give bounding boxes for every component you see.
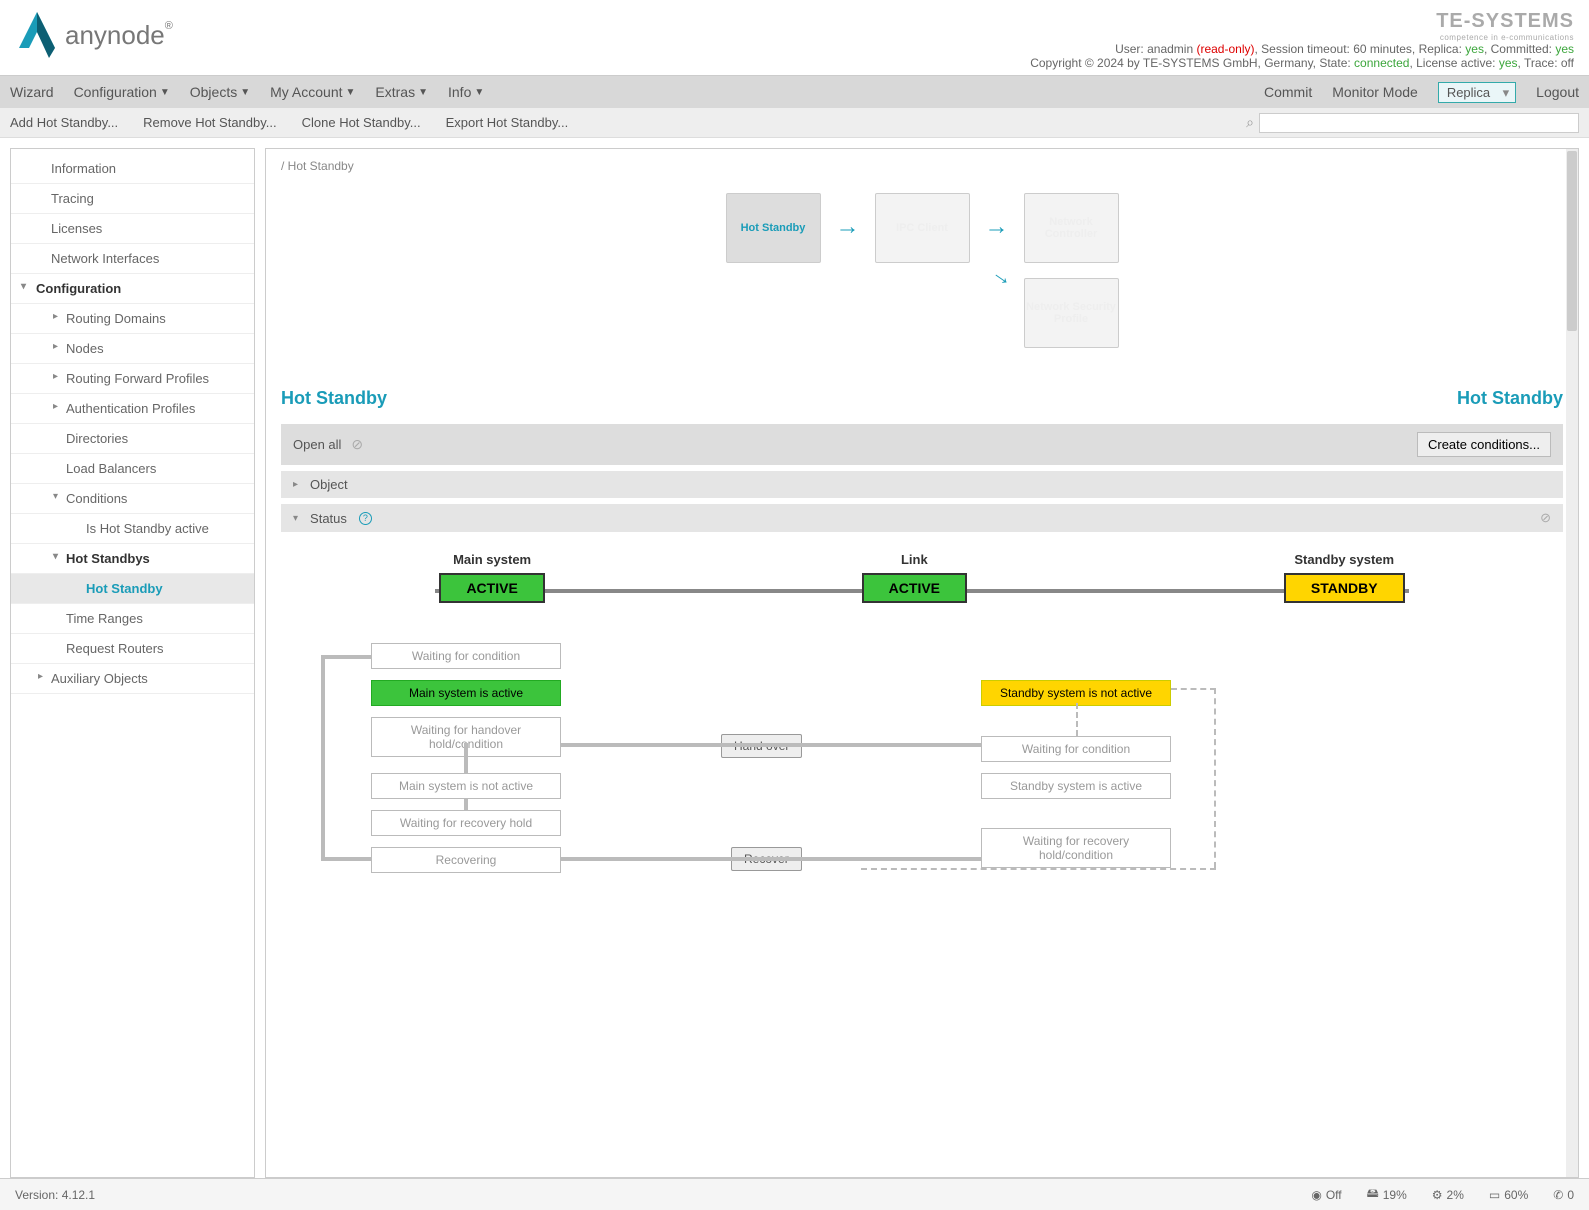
page-title-right: Hot Standby: [1457, 388, 1563, 409]
chevron-down-icon: ▾: [293, 513, 298, 524]
sidebar-item-directories[interactable]: Directories: [11, 424, 254, 454]
flow-box-ipc-client[interactable]: IPC Client: [875, 193, 970, 263]
calls-indicator: ✆0: [1553, 1188, 1574, 1202]
standby-system-status: STANDBY: [1284, 573, 1405, 603]
copyright-line: Copyright © 2024 by TE-SYSTEMS GmbH, Ger…: [1030, 56, 1574, 70]
export-hot-standby-button[interactable]: Export Hot Standby...: [446, 115, 569, 130]
section-object[interactable]: ▸ Object: [281, 471, 1563, 498]
sidebar-item-licenses[interactable]: Licenses: [11, 214, 254, 244]
sidebar-item-hot-standbys[interactable]: Hot Standbys: [11, 544, 254, 574]
menu-objects[interactable]: Objects▼: [190, 84, 250, 100]
flow-box-hot-standby[interactable]: Hot Standby: [726, 193, 821, 263]
sidebar-item-conditions[interactable]: Conditions: [11, 484, 254, 514]
chevron-right-icon: ▸: [293, 479, 298, 490]
menu-account[interactable]: My Account▼: [270, 84, 355, 100]
link-label: Link: [862, 552, 967, 567]
menu-info[interactable]: Info▼: [448, 84, 484, 100]
phone-icon: ✆: [1553, 1188, 1563, 1202]
sidebar-item-tracing[interactable]: Tracing: [11, 184, 254, 214]
arrow-icon: →: [836, 213, 860, 241]
sidebar-item-network-interfaces[interactable]: Network Interfaces: [11, 244, 254, 274]
brand-sub: competence in e-communications: [1030, 33, 1574, 42]
record-off-indicator: ◉Off: [1311, 1188, 1341, 1202]
sidebar: Information Tracing Licenses Network Int…: [10, 148, 255, 1178]
state-waiting-condition-2: Waiting for condition: [981, 736, 1171, 762]
menubar: Wizard Configuration▼ Objects▼ My Accoun…: [0, 76, 1589, 108]
brand: TE-SYSTEMS: [1030, 10, 1574, 33]
cpu-icon: ⚙: [1432, 1188, 1443, 1202]
search-icon: ⌕: [1246, 114, 1254, 131]
search-input[interactable]: [1259, 113, 1579, 133]
flow-box-network-controller[interactable]: Network Controller: [1024, 193, 1119, 263]
status-row: Main system ACTIVE Link ACTIVE Standby s…: [281, 552, 1563, 603]
main-system-label: Main system: [439, 552, 544, 567]
logo: anynode®: [15, 10, 173, 60]
sidebar-item-load-balancers[interactable]: Load Balancers: [11, 454, 254, 484]
sidebar-header-configuration[interactable]: Configuration: [11, 274, 254, 304]
disk-icon: 🖴: [1367, 1184, 1379, 1205]
section-status-label: Status: [310, 511, 347, 526]
content: / Hot Standby Hot Standby → IPC Client →…: [265, 148, 1579, 1178]
add-hot-standby-button[interactable]: Add Hot Standby...: [10, 115, 118, 130]
sidebar-item-information[interactable]: Information: [11, 154, 254, 184]
footer: Version: 4.12.1 ◉Off 🖴19% ⚙2% ▭60% ✆0: [0, 1178, 1589, 1210]
page-title-left: Hot Standby: [281, 388, 387, 409]
arrow-icon: →: [985, 213, 1009, 241]
cpu-indicator: ⚙2%: [1432, 1188, 1464, 1202]
cancel-icon[interactable]: ⊘: [1540, 510, 1551, 526]
sidebar-item-time-ranges[interactable]: Time Ranges: [11, 604, 254, 634]
logo-text: anynode®: [65, 20, 173, 51]
state-main-not-active: Main system is not active: [371, 773, 561, 799]
state-diagram: Waiting for condition Main system is act…: [301, 643, 1543, 923]
memory-icon: ▭: [1489, 1188, 1500, 1202]
state-recovering: Recovering: [371, 847, 561, 873]
sidebar-item-is-hot-standby-active[interactable]: Is Hot Standby active: [11, 514, 254, 544]
header: anynode® TE-SYSTEMS competence in e-comm…: [0, 0, 1589, 76]
remove-hot-standby-button[interactable]: Remove Hot Standby...: [143, 115, 276, 130]
sidebar-item-hot-standby[interactable]: Hot Standby: [11, 574, 254, 604]
monitor-mode-button[interactable]: Monitor Mode: [1332, 84, 1418, 100]
disk-indicator: 🖴19%: [1367, 1184, 1407, 1205]
main-system-status: ACTIVE: [439, 573, 544, 603]
open-all-button[interactable]: Open all: [293, 437, 341, 452]
logout-button[interactable]: Logout: [1536, 84, 1579, 100]
help-icon[interactable]: ?: [359, 512, 372, 525]
version-label: Version: 4.12.1: [15, 1188, 95, 1202]
section-bar: Open all ⊘ Create conditions...: [281, 424, 1563, 465]
memory-indicator: ▭60%: [1489, 1188, 1528, 1202]
cancel-icon[interactable]: ⊘: [351, 436, 363, 453]
arrow-icon: →: [986, 259, 1019, 293]
breadcrumb: / Hot Standby: [281, 159, 1563, 173]
menu-wizard[interactable]: Wizard: [10, 84, 54, 100]
link-status: ACTIVE: [862, 573, 967, 603]
section-status[interactable]: ▾ Status ? ⊘: [281, 504, 1563, 532]
flow-diagram: Hot Standby → IPC Client → Network Contr…: [281, 193, 1563, 348]
state-waiting-recovery: Waiting for recovery hold: [371, 810, 561, 836]
user-line: User: anadmin (read-only), Session timeo…: [1030, 42, 1574, 56]
sidebar-item-auxiliary-objects[interactable]: Auxiliary Objects: [11, 664, 254, 694]
anynode-logo-icon: [15, 10, 60, 60]
state-main-active: Main system is active: [371, 680, 561, 706]
sidebar-item-request-routers[interactable]: Request Routers: [11, 634, 254, 664]
standby-system-label: Standby system: [1284, 552, 1405, 567]
toolbar: Add Hot Standby... Remove Hot Standby...…: [0, 108, 1589, 138]
sidebar-item-nodes[interactable]: Nodes: [11, 334, 254, 364]
menu-configuration[interactable]: Configuration▼: [74, 84, 170, 100]
scrollbar[interactable]: [1566, 149, 1578, 1177]
flow-box-network-security-profile[interactable]: Network Security Profile: [1024, 278, 1119, 348]
section-object-label: Object: [310, 477, 348, 492]
sidebar-item-authentication-profiles[interactable]: Authentication Profiles: [11, 394, 254, 424]
sidebar-item-routing-domains[interactable]: Routing Domains: [11, 304, 254, 334]
state-standby-active: Standby system is active: [981, 773, 1171, 799]
header-right: TE-SYSTEMS competence in e-communication…: [1030, 10, 1574, 70]
replica-select[interactable]: Replica: [1438, 82, 1516, 103]
commit-button[interactable]: Commit: [1264, 84, 1312, 100]
create-conditions-button[interactable]: Create conditions...: [1417, 432, 1551, 457]
state-waiting-recovery-cond: Waiting for recovery hold/condition: [981, 828, 1171, 868]
sidebar-item-routing-forward-profiles[interactable]: Routing Forward Profiles: [11, 364, 254, 394]
clone-hot-standby-button[interactable]: Clone Hot Standby...: [302, 115, 421, 130]
state-waiting-condition: Waiting for condition: [371, 643, 561, 669]
record-icon: ◉: [1311, 1188, 1321, 1202]
menu-extras[interactable]: Extras▼: [375, 84, 428, 100]
